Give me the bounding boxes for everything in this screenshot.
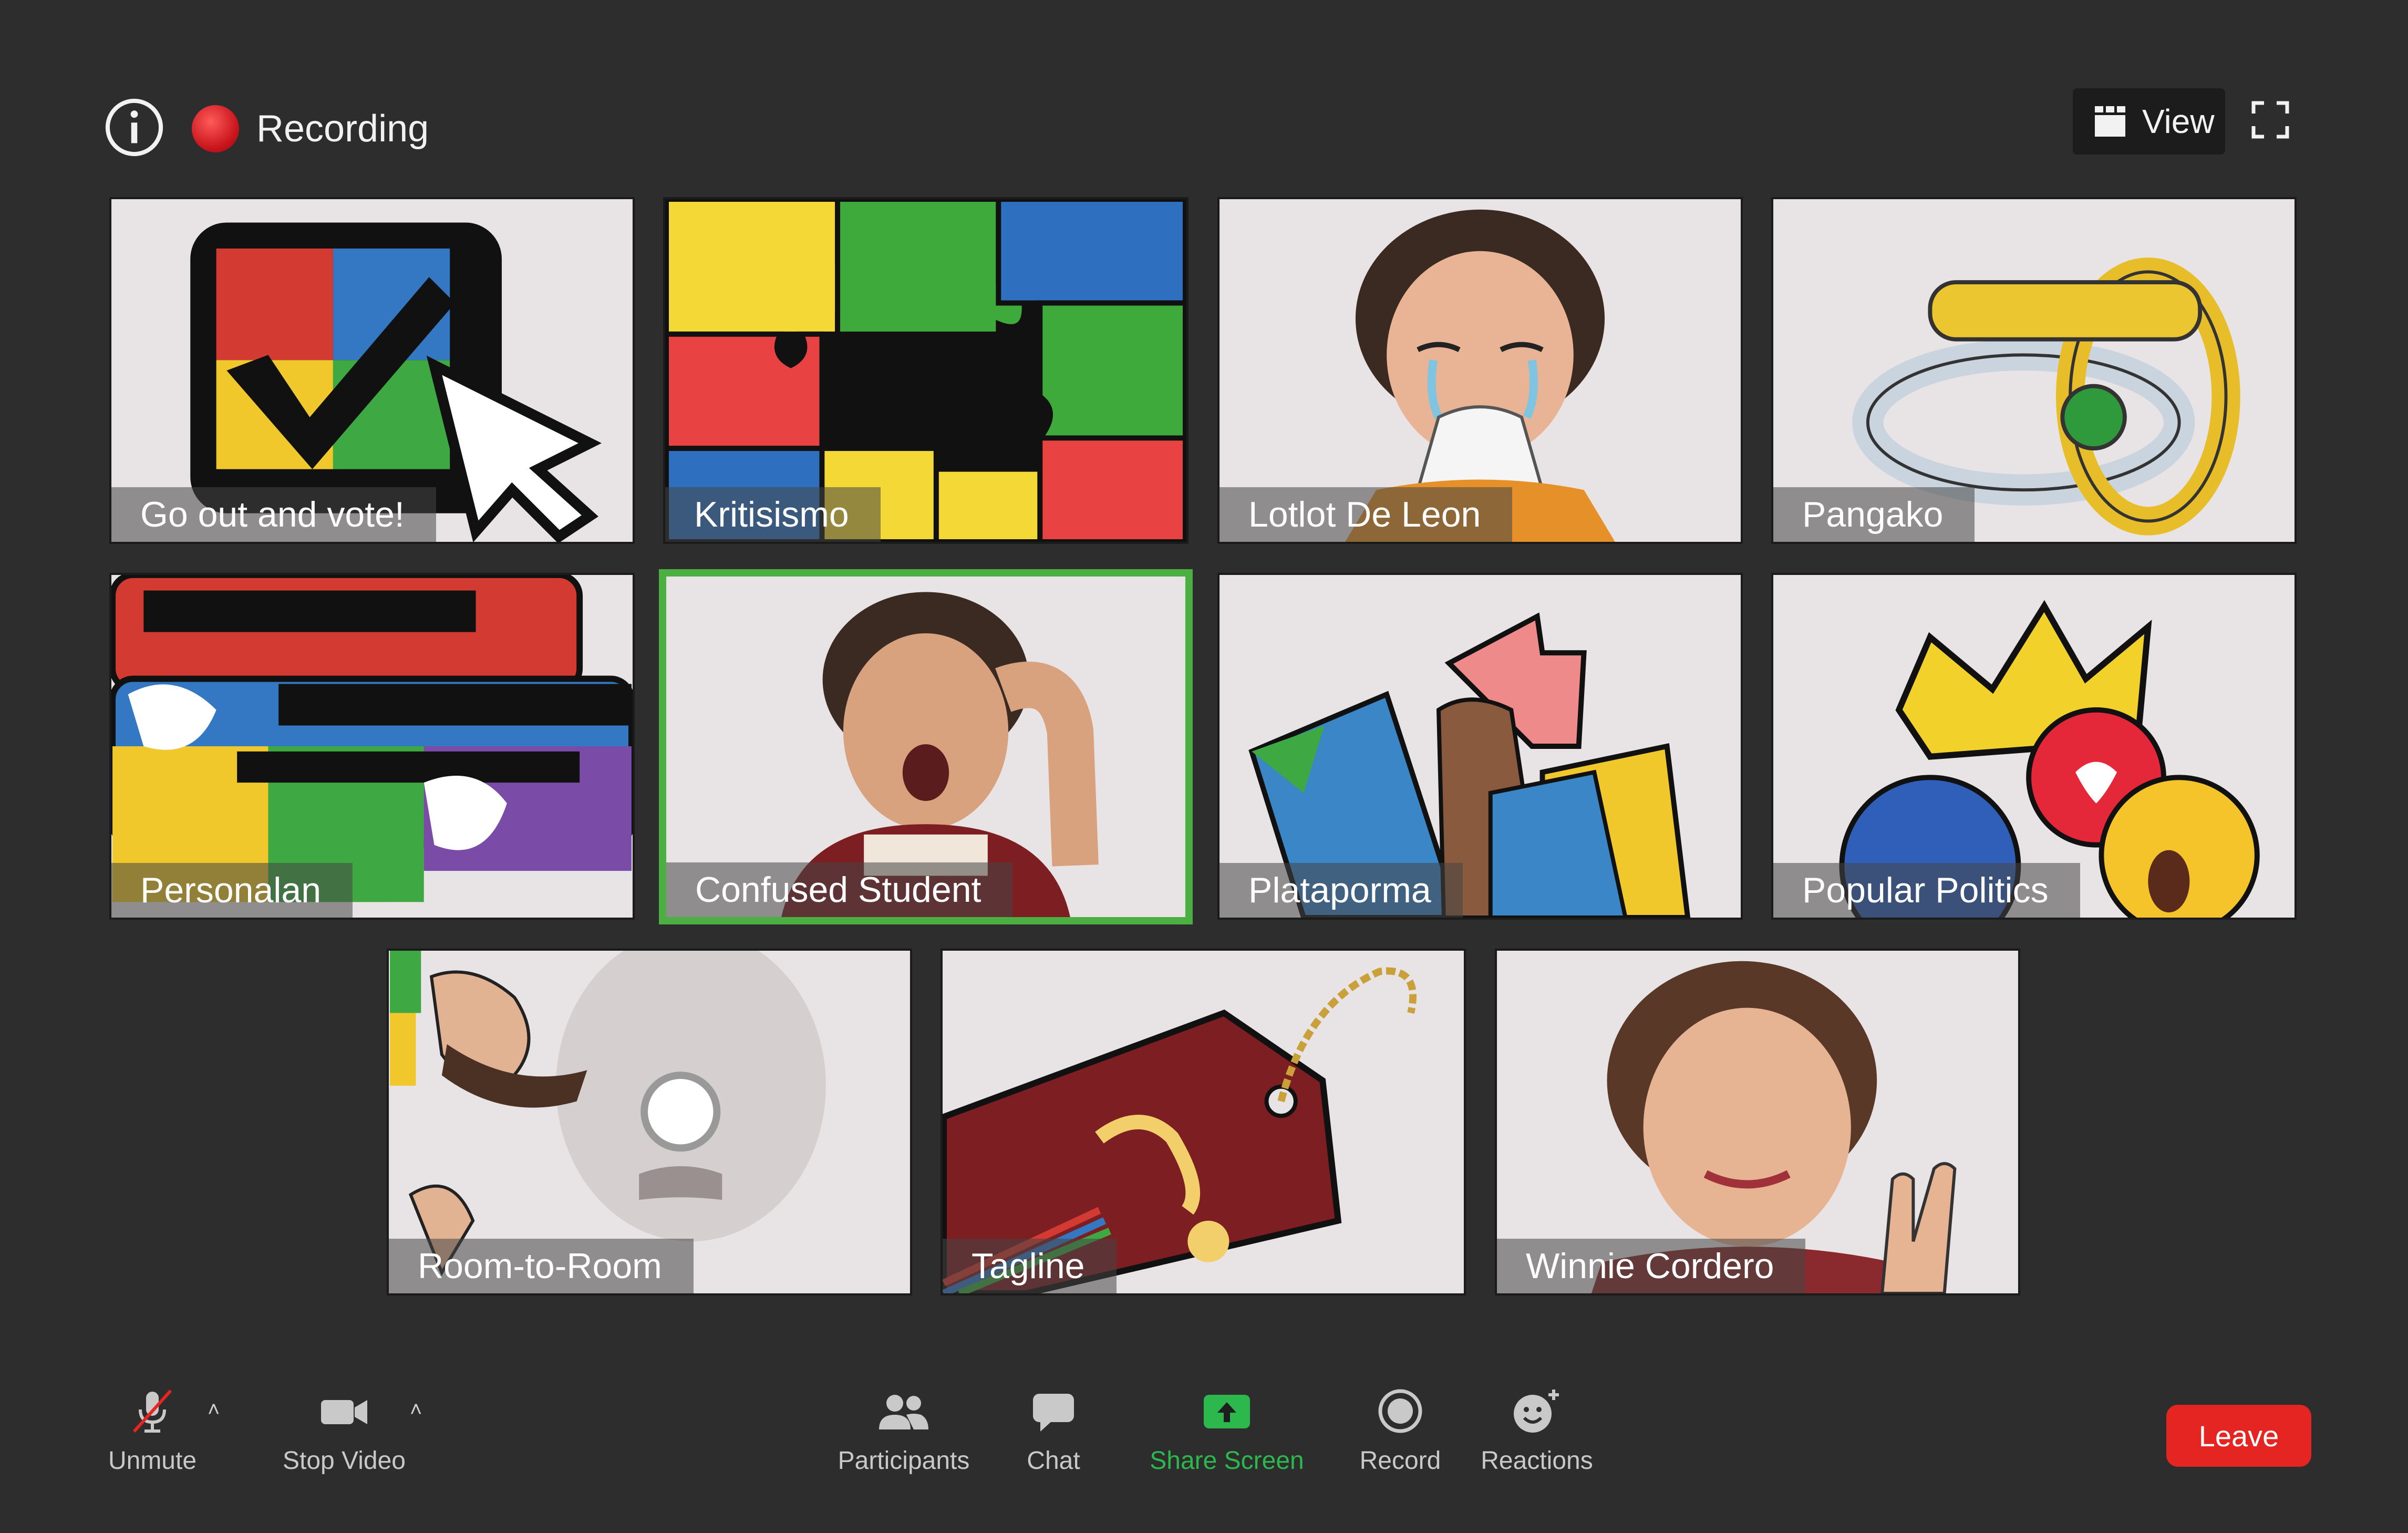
participant-name: Plataporma	[1248, 870, 1431, 910]
participant-name-bar: Plataporma	[1219, 863, 1463, 918]
participant-tile[interactable]: Pangako	[1771, 197, 2297, 544]
participant-tile[interactable]: Lotlot De Leon	[1217, 197, 1743, 544]
record-button[interactable]: Record	[1345, 1387, 1455, 1475]
participant-name: Winnie Cordero	[1526, 1246, 1774, 1286]
meeting-controls-bar: Unmute ˄ Stop Video ˄ Participants Chat …	[0, 1361, 2408, 1533]
audio-options-chevron-up-icon[interactable]: ˄	[208, 1398, 220, 1422]
info-icon[interactable]	[104, 97, 164, 158]
participant-tile[interactable]: Room-to-Room	[387, 949, 912, 1295]
participants-label: Participants	[838, 1447, 970, 1475]
reactions-button[interactable]: Reactions	[1471, 1387, 1603, 1475]
participant-name: Personalan	[140, 870, 322, 910]
view-button[interactable]: View	[2073, 88, 2225, 155]
participant-name-bar: Room-to-Room	[389, 1239, 694, 1293]
video-options-chevron-up-icon[interactable]: ˄	[410, 1398, 422, 1422]
fullscreen-icon[interactable]	[2251, 101, 2289, 139]
participant-name: Kritisismo	[694, 495, 849, 534]
gallery-view-icon	[2094, 105, 2126, 137]
stop-video-label: Stop Video	[283, 1447, 406, 1475]
chat-bubble-icon	[1033, 1394, 1074, 1432]
video-camera-icon	[321, 1400, 367, 1424]
participant-name-bar: Confused Student	[666, 862, 1013, 917]
participant-tile[interactable]: Kritisismo	[663, 197, 1189, 544]
smiley-plus-icon	[1514, 1390, 1559, 1433]
participant-name: Lotlot De Leon	[1248, 495, 1481, 534]
share-screen-button[interactable]: Share Screen	[1140, 1387, 1314, 1475]
unmute-button[interactable]: Unmute	[102, 1387, 202, 1475]
participant-tile[interactable]: Tagline	[941, 949, 1466, 1295]
share-screen-icon	[1204, 1395, 1250, 1428]
participant-tile-active-speaker[interactable]: Confused Student	[659, 569, 1193, 924]
participant-name: Go out and vote!	[140, 495, 405, 534]
participant-name: Confused Student	[695, 870, 981, 910]
participant-name-bar: Go out and vote!	[111, 487, 436, 542]
participant-name: Room-to-Room	[418, 1246, 662, 1286]
participant-name-bar: Popular Politics	[1773, 863, 2080, 918]
reactions-label: Reactions	[1481, 1447, 1593, 1475]
participant-tile[interactable]: Personalan	[109, 573, 635, 920]
participant-name-bar: Lotlot De Leon	[1219, 487, 1513, 542]
participant-name: Tagline	[972, 1246, 1085, 1286]
participant-name: Popular Politics	[1802, 870, 2049, 910]
unmute-label: Unmute	[108, 1447, 197, 1475]
participant-tile[interactable]: Winnie Cordero	[1495, 949, 2020, 1295]
leave-button[interactable]: Leave	[2166, 1405, 2311, 1467]
participants-button[interactable]: Participants	[828, 1387, 980, 1475]
chat-label: Chat	[1027, 1447, 1080, 1475]
recording-indicator-icon	[192, 105, 239, 152]
participant-tile[interactable]: Go out and vote!	[109, 197, 635, 544]
stop-video-button[interactable]: Stop Video	[278, 1387, 410, 1475]
recording-label: Recording	[256, 108, 429, 150]
participant-name: Pangako	[1802, 495, 1944, 534]
participant-name-bar: Tagline	[943, 1239, 1117, 1293]
participant-name-bar: Pangako	[1773, 487, 1975, 542]
participant-tile[interactable]: Plataporma	[1217, 573, 1743, 920]
record-label: Record	[1359, 1447, 1441, 1475]
participant-name-bar: Personalan	[111, 863, 353, 918]
participant-name-bar: Winnie Cordero	[1497, 1239, 1806, 1293]
record-icon	[1378, 1389, 1422, 1433]
participant-tile[interactable]: Popular Politics	[1771, 573, 2297, 920]
share-screen-label: Share Screen	[1150, 1447, 1304, 1475]
participants-icon	[879, 1395, 928, 1429]
microphone-muted-icon	[132, 1389, 172, 1433]
chat-button[interactable]: Chat	[1006, 1387, 1101, 1475]
meeting-top-bar: Recording View	[0, 0, 2408, 189]
view-label: View	[2142, 102, 2215, 140]
participant-name-bar: Kritisismo	[665, 487, 881, 542]
